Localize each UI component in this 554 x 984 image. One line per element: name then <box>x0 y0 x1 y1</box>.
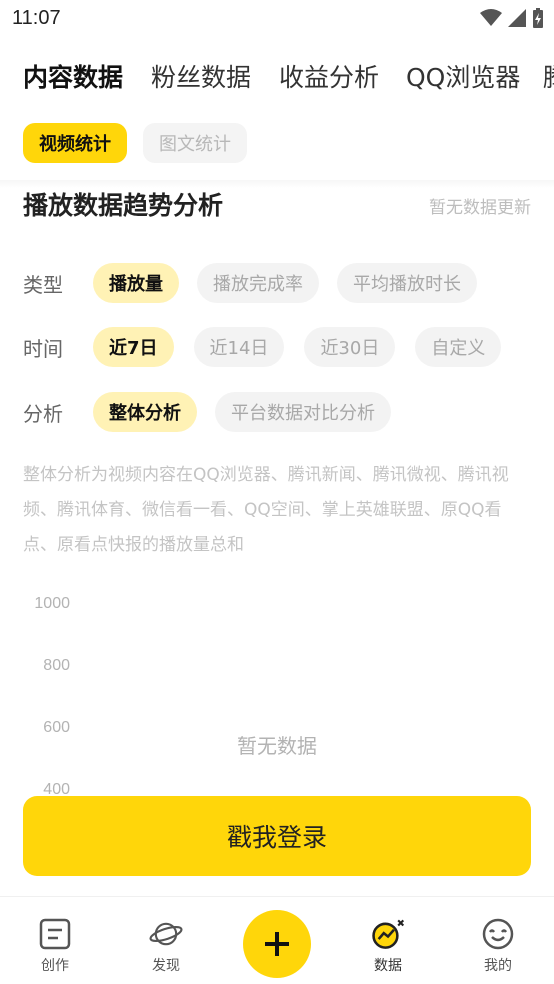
create-fab-button[interactable] <box>243 910 311 978</box>
chart-empty-message: 暂无数据 <box>237 734 317 758</box>
planet-icon <box>149 922 183 946</box>
filter-option-7days[interactable]: 近7日 <box>93 327 174 367</box>
filter-row-time: 时间 近7日 近14日 近30日 自定义 <box>23 327 519 367</box>
status-icons <box>480 8 544 28</box>
status-bar: 11:07 <box>0 0 554 40</box>
nav-label-create: 创作 <box>41 958 69 974</box>
tab-tencent[interactable]: 腾 <box>543 58 554 94</box>
nav-item-mine[interactable]: 我的 <box>458 897 538 984</box>
nav-label-mine: 我的 <box>484 958 512 974</box>
section-title: 播放数据趋势分析 <box>23 191 224 220</box>
subtab-article-stats[interactable]: 图文统计 <box>143 123 247 163</box>
filter-option-custom[interactable]: 自定义 <box>415 327 502 367</box>
filter-option-avg-duration[interactable]: 平均播放时长 <box>337 263 477 303</box>
analysis-description: 整体分析为视频内容在QQ浏览器、腾讯新闻、腾讯微视、腾讯视频、腾讯体育、微信看一… <box>23 465 509 555</box>
filter-option-14days[interactable]: 近14日 <box>193 327 285 367</box>
filter-row-type: 类型 播放量 播放完成率 平均播放时长 <box>23 263 495 303</box>
filter-label-type: 类型 <box>23 272 63 297</box>
data-chart-icon <box>372 919 405 949</box>
tab-fans-data[interactable]: 粉丝数据 <box>151 58 251 94</box>
section-note: 暂无数据更新 <box>429 198 531 218</box>
filter-option-overall[interactable]: 整体分析 <box>93 392 197 432</box>
tab-content-data[interactable]: 内容数据 <box>23 58 123 94</box>
sub-tabs: 视频统计 图文统计 <box>23 123 247 163</box>
filter-option-completion-rate[interactable]: 播放完成率 <box>197 263 319 303</box>
login-button[interactable]: 戳我登录 <box>23 796 531 876</box>
nav-item-data[interactable]: 数据 <box>348 897 428 984</box>
nav-item-create[interactable]: 创作 <box>15 897 95 984</box>
filter-label-analysis: 分析 <box>23 401 63 426</box>
filter-option-plays[interactable]: 播放量 <box>93 263 179 303</box>
filter-option-platform-compare[interactable]: 平台数据对比分析 <box>215 392 391 432</box>
document-icon <box>39 918 71 950</box>
filter-option-30days[interactable]: 近30日 <box>304 327 396 367</box>
subtab-video-stats[interactable]: 视频统计 <box>23 123 127 163</box>
nav-label-discover: 发现 <box>152 958 180 974</box>
tab-qq-browser[interactable]: QQ浏览器 <box>406 58 520 94</box>
battery-icon <box>533 8 543 28</box>
face-icon <box>482 918 514 950</box>
signal-icon <box>508 9 526 27</box>
nav-item-discover[interactable]: 发现 <box>126 897 206 984</box>
filter-row-analysis: 分析 整体分析 平台数据对比分析 <box>23 392 409 432</box>
tab-revenue-analysis[interactable]: 收益分析 <box>279 58 379 94</box>
y-axis-tick-label: 1000 <box>34 595 70 612</box>
wifi-icon <box>480 9 502 26</box>
status-time: 11:07 <box>12 7 61 29</box>
filter-label-time: 时间 <box>23 336 63 361</box>
y-axis-tick-label: 800 <box>43 657 70 674</box>
top-tabs: 内容数据 粉丝数据 收益分析 QQ浏览器 腾 <box>0 58 554 98</box>
nav-label-data: 数据 <box>374 958 402 974</box>
plus-icon <box>265 932 289 956</box>
